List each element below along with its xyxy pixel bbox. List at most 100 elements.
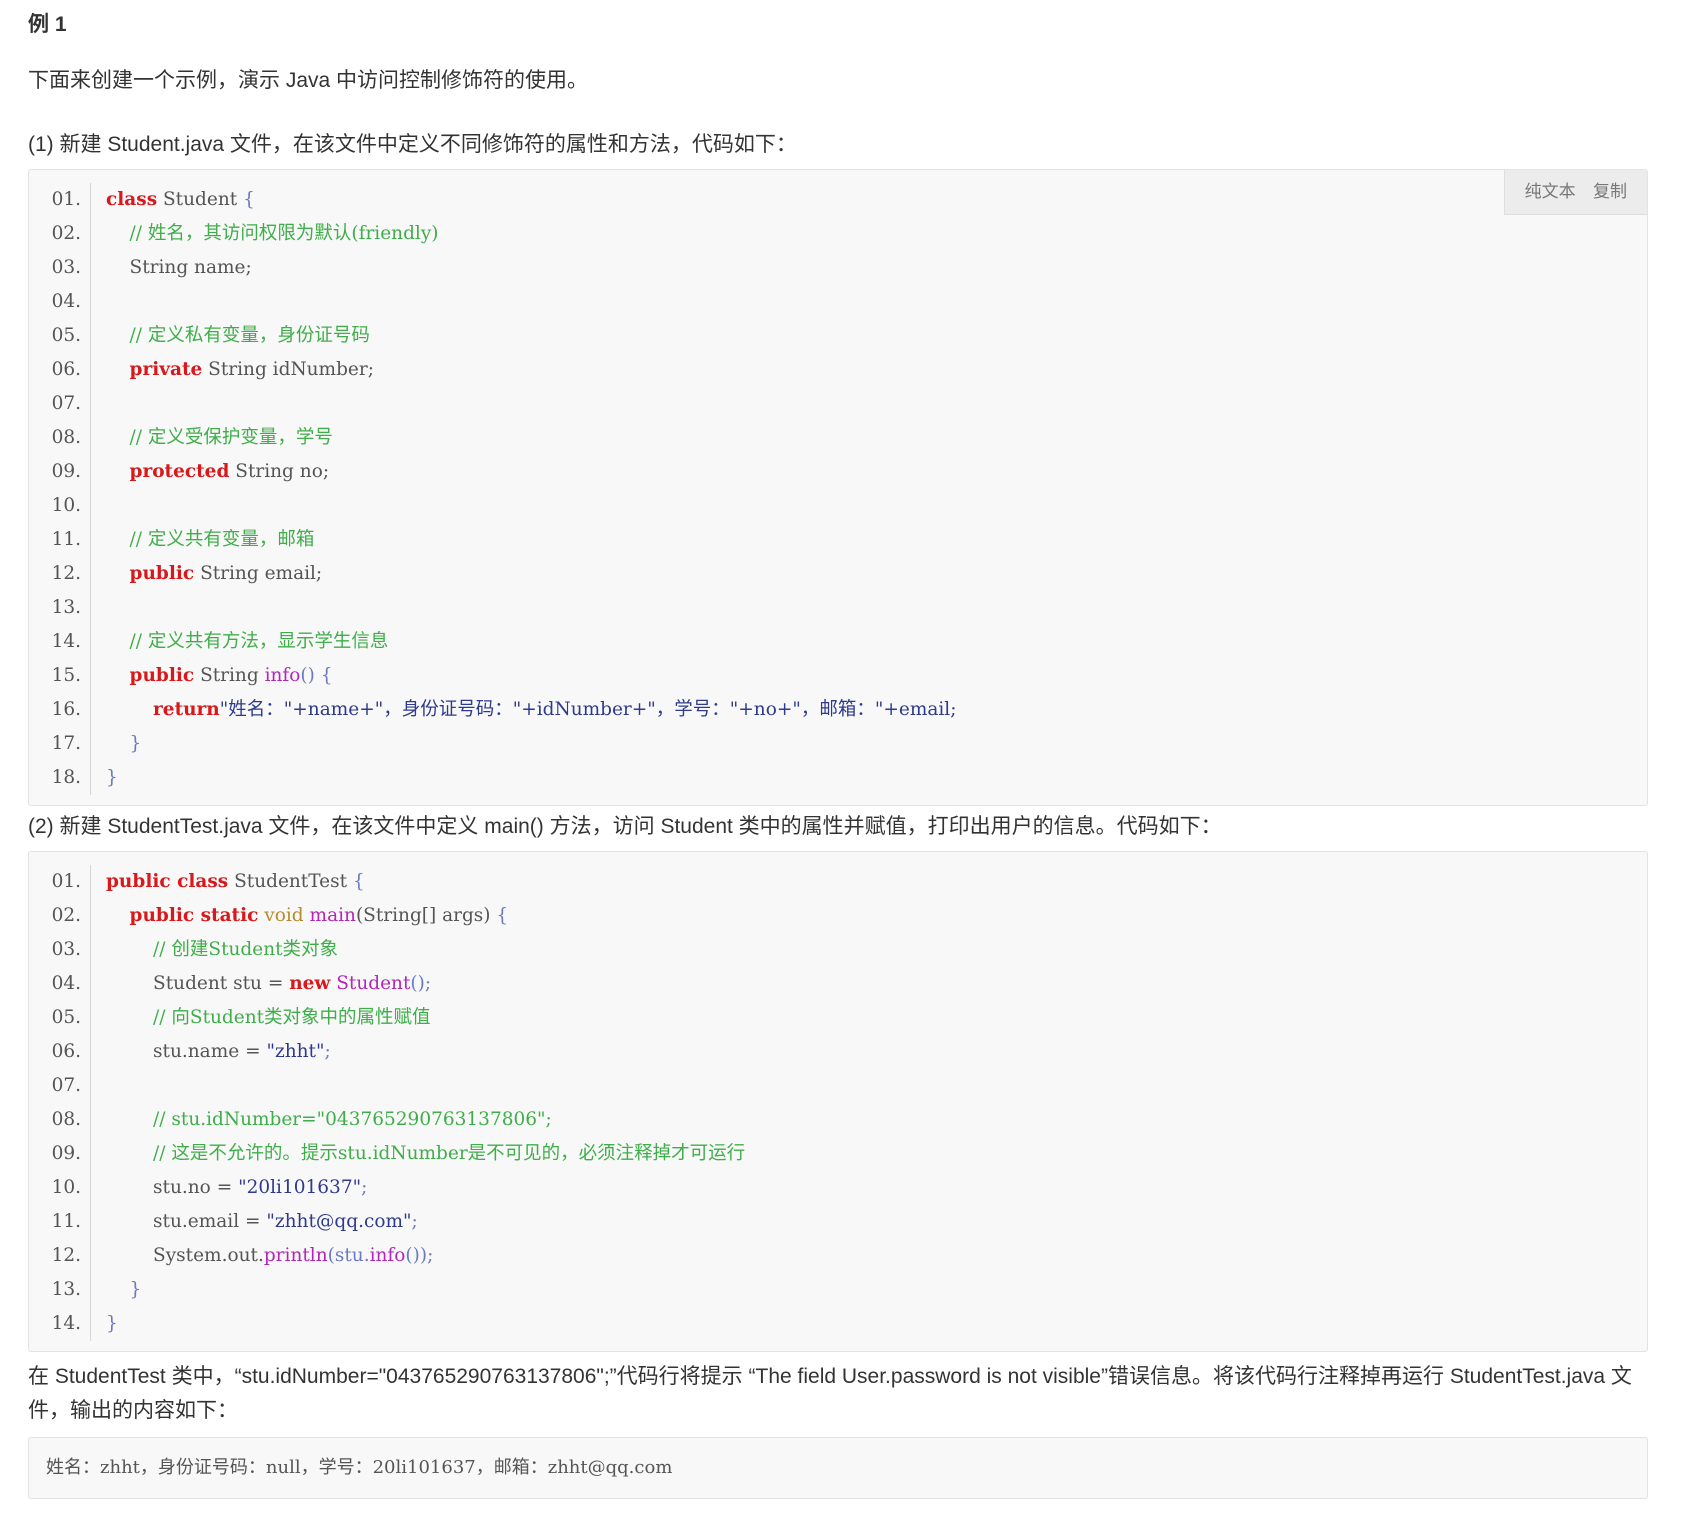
- code-comment: // 定义共有方法，显示学生信息: [129, 631, 389, 652]
- code-brace: }: [129, 733, 142, 754]
- code-brace: {: [496, 905, 509, 926]
- code-keyword: public: [129, 563, 195, 584]
- code-keyword: public: [129, 665, 195, 686]
- code-content: // 定义共有变量，邮箱: [91, 523, 315, 557]
- code-text: System.out.: [153, 1245, 264, 1266]
- line-number: 14.: [29, 625, 91, 659]
- code-line: 17. }: [29, 727, 1647, 761]
- line-number: 05.: [29, 319, 91, 353]
- code-content: // 定义共有方法，显示学生信息: [91, 625, 389, 659]
- code-text: String: [194, 665, 265, 686]
- code-content: System.out.println(stu.info());: [91, 1239, 433, 1273]
- copy-button[interactable]: 复制: [1593, 182, 1627, 202]
- code-line: 09. protected String no;: [29, 455, 1647, 489]
- code-content: return"姓名："+name+"，身份证号码："+idNumber+"，学号…: [91, 693, 956, 727]
- code-text: stu.email =: [153, 1211, 267, 1232]
- line-number: 16.: [29, 693, 91, 727]
- code-content: [91, 591, 106, 625]
- line-number: 08.: [29, 421, 91, 455]
- code-function: info: [369, 1245, 406, 1266]
- code-content: private String idNumber;: [91, 353, 374, 387]
- plain-text-button[interactable]: 纯文本: [1525, 182, 1576, 202]
- line-number: 07.: [29, 1069, 91, 1103]
- code-text: String name;: [129, 257, 252, 278]
- code-line: 13.: [29, 591, 1647, 625]
- code-toolbar: 纯文本 复制: [1503, 170, 1647, 215]
- line-number: 09.: [29, 455, 91, 489]
- line-number: 06.: [29, 1035, 91, 1069]
- code-text: ());: [405, 1245, 434, 1266]
- code-line: 05. // 定义私有变量，身份证号码: [29, 319, 1647, 353]
- code-text: stu.name =: [153, 1041, 267, 1062]
- code-block-studenttest: 01. public class StudentTest { 02. public…: [28, 851, 1648, 1352]
- code-function: info: [264, 665, 301, 686]
- code-brace: }: [129, 1279, 142, 1300]
- code-line: 07.: [29, 1069, 1647, 1103]
- line-number: 12.: [29, 557, 91, 591]
- code-line: 06. private String idNumber;: [29, 353, 1647, 387]
- code-text: String email;: [194, 563, 323, 584]
- code-text: Student: [157, 189, 244, 210]
- code-line: 03. String name;: [29, 251, 1647, 285]
- code-line: 10.: [29, 489, 1647, 523]
- code-type: void: [258, 905, 310, 926]
- line-number: 02.: [29, 899, 91, 933]
- code-text: () {: [300, 665, 333, 686]
- code-content: // 创建Student类对象: [91, 933, 338, 967]
- code-content: // 向Student类对象中的属性赋值: [91, 1001, 431, 1035]
- code-content: Student stu = new Student();: [91, 967, 431, 1001]
- code-string: "姓名："+name+"，身份证号码："+idNumber+"，学号："+no+…: [219, 699, 957, 720]
- code-content: public class StudentTest {: [91, 865, 365, 899]
- code-block-student: 纯文本 复制 01. class Student { 02. // 姓名，其访问权…: [28, 169, 1648, 806]
- line-number: 04.: [29, 285, 91, 319]
- code-brace: }: [106, 767, 118, 788]
- code-keyword: return: [153, 699, 220, 720]
- line-number: 13.: [29, 1273, 91, 1307]
- line-number: 04.: [29, 967, 91, 1001]
- code-text: ();: [410, 973, 432, 994]
- code-text: ;: [361, 1177, 368, 1198]
- code-comment: // 向Student类对象中的属性赋值: [153, 1007, 431, 1028]
- line-number: 14.: [29, 1307, 91, 1341]
- line-number: 07.: [29, 387, 91, 421]
- code-line: 13. }: [29, 1273, 1647, 1307]
- line-number: 12.: [29, 1239, 91, 1273]
- code-content: [91, 1069, 106, 1103]
- line-number: 10.: [29, 1171, 91, 1205]
- code-function: Student: [330, 973, 411, 994]
- code-content: public static void main(String[] args) {: [91, 899, 509, 933]
- code-string: "zhht": [266, 1041, 325, 1062]
- code-line: 01. public class StudentTest {: [29, 865, 1647, 899]
- result-paragraph: 在 StudentTest 类中，“stu.idNumber="04376529…: [28, 1365, 1632, 1422]
- code-comment: // 姓名，其访问权限为默认(friendly): [129, 223, 439, 244]
- code-line: 07.: [29, 387, 1647, 421]
- code-brace: {: [352, 871, 365, 892]
- code-keyword: public class: [106, 871, 229, 892]
- code-content: // 姓名，其访问权限为默认(friendly): [91, 217, 439, 251]
- code-comment: // 定义共有变量，邮箱: [129, 529, 315, 550]
- code-text: String no;: [229, 461, 330, 482]
- code-content: // 定义受保护变量，学号: [91, 421, 333, 455]
- code-line: 14. // 定义共有方法，显示学生信息: [29, 625, 1647, 659]
- intro-paragraph: 下面来创建一个示例，演示 Java 中访问控制修饰符的使用。: [28, 69, 589, 92]
- code-content: class Student {: [91, 183, 255, 217]
- code-line: 09. // 这是不允许的。提示stu.idNumber是不可见的，必须注释掉才…: [29, 1137, 1647, 1171]
- code-content: [91, 489, 106, 523]
- code-line: 08. // stu.idNumber="043765290763137806"…: [29, 1103, 1647, 1137]
- code-keyword: public static: [129, 905, 259, 926]
- code-content: stu.email = "zhht@qq.com";: [91, 1205, 418, 1239]
- line-number: 15.: [29, 659, 91, 693]
- code-content: // 这是不允许的。提示stu.idNumber是不可见的，必须注释掉才可运行: [91, 1137, 745, 1171]
- line-number: 06.: [29, 353, 91, 387]
- code-line: 15. public String info() {: [29, 659, 1647, 693]
- line-number: 05.: [29, 1001, 91, 1035]
- code-comment: // 这是不允许的。提示stu.idNumber是不可见的，必须注释掉才可运行: [153, 1143, 746, 1164]
- code-line: 01. class Student {: [29, 183, 1647, 217]
- code-content: }: [91, 727, 142, 761]
- code-text: (stu.: [327, 1245, 370, 1266]
- code-line: 10. stu.no = "20li101637";: [29, 1171, 1647, 1205]
- code-brace: }: [106, 1313, 118, 1334]
- code-line: 14.}: [29, 1307, 1647, 1341]
- code-keyword: new: [289, 973, 331, 994]
- code-line: 04. Student stu = new Student();: [29, 967, 1647, 1001]
